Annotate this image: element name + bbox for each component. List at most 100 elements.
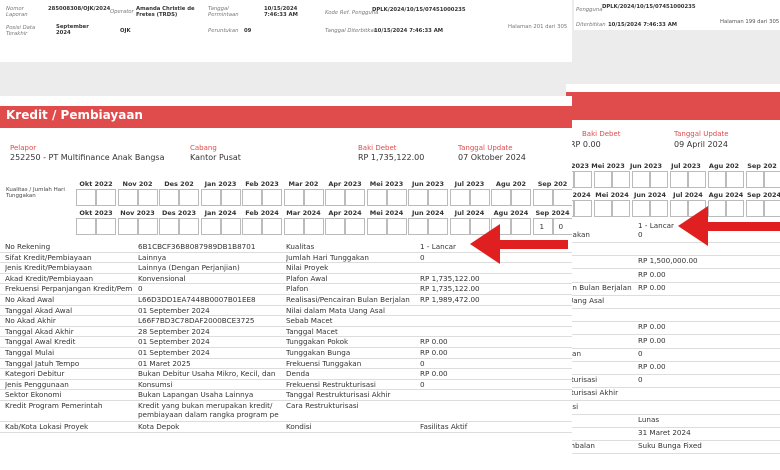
days-box (612, 200, 630, 217)
month-label: Okt 2023 (79, 209, 113, 217)
operator-value: Amanda Christie de Fretes (TRDS) (136, 6, 195, 18)
row-value: RP 0.00 (420, 369, 448, 379)
row-divider (0, 431, 572, 433)
row-value: RP 1,989,472.00 (420, 295, 480, 304)
quality-box (746, 171, 764, 188)
quality-box (632, 200, 650, 217)
quality-box (670, 171, 688, 188)
row-label: Tanggal Mulai (5, 348, 55, 357)
nomor-laporan-label: Nomor Laporan (6, 6, 28, 18)
section-title-bar (566, 92, 780, 120)
days-box (220, 189, 241, 206)
tanggal-update-label: Tanggal Update (674, 130, 729, 138)
row-value: Kredit yang bukan merupakan kredit/ pemb… (138, 401, 279, 419)
days-box (386, 218, 407, 235)
quality-box (159, 189, 179, 206)
days-box (137, 189, 158, 206)
days-box (386, 189, 407, 206)
row-value: 01 September 2024 (138, 305, 210, 315)
quality-box (594, 171, 612, 188)
row-label: Plafon (286, 284, 309, 294)
row-label: Frekuensi Perpanjangan Kredit/Pem (5, 284, 133, 294)
row-label: Cara Restrukturisasi (286, 401, 359, 410)
days-box (262, 218, 282, 235)
days-box (726, 200, 744, 217)
row-label: No Akad Akhir (5, 316, 56, 326)
row-label: Jenis Penggunaan (5, 379, 69, 389)
row-label: Plafon Awal (286, 273, 328, 283)
quality-box (708, 171, 726, 188)
row-value: 0 (420, 358, 425, 368)
row-value: RP 0.00 (638, 322, 666, 332)
quality-box (200, 218, 221, 235)
row-label: Tunggakan Pokok (286, 337, 349, 347)
month-label: Agu 2024 (708, 191, 744, 199)
tanggal-diterbitkan-value: 10/15/2024 7:46:33 AM (374, 28, 444, 34)
month-label: Jul 2024 (454, 209, 485, 217)
row-value: Lainnya (Dengan Perjanjian) (138, 263, 240, 273)
quality-box (532, 189, 553, 206)
month-label: Apr 2024 (328, 209, 362, 217)
days-box (726, 171, 744, 188)
diterbitkan-label: Diterbitkan (576, 22, 606, 28)
credit-page: Kredit / Pembiayaan Pelapor 252250 - PT … (0, 96, 572, 470)
month-label: Jan 2023 (204, 180, 237, 188)
last-days-value: 0 (558, 222, 564, 231)
month-label: Agu 202 (495, 180, 527, 188)
row-value: 0 (420, 379, 425, 389)
month-label: Jul 2023 (454, 180, 485, 188)
month-label: Des 2023 (161, 209, 197, 217)
row-divider (566, 308, 780, 309)
row-value: RP 0.00 (638, 362, 666, 371)
row-value: Lunas (638, 414, 660, 424)
days-box (511, 189, 531, 206)
month-label: Nov 2023 (120, 209, 155, 217)
row-label: Tunggakan Bunga (286, 348, 351, 357)
month-label: Feb 2023 (245, 180, 279, 188)
days-box (428, 189, 448, 206)
days-box (511, 218, 531, 235)
month-label: Sep 2024 (535, 209, 570, 217)
pengguna-label: Pengguna (576, 7, 603, 13)
row-value: 28 September 2024 (138, 326, 210, 336)
row-label: Kondisi (286, 422, 312, 432)
month-label: Sep 202 (747, 162, 777, 170)
row-label: Sebab Macet (286, 316, 333, 326)
row-label: Frekuensi Restrukturisasi (286, 379, 376, 389)
peruntukan-label: Peruntukan (208, 28, 239, 34)
tanggal-permintaan-label: Tanggal Permintaan (208, 6, 239, 18)
days-box (650, 200, 668, 217)
row-label: Jumlah Hari Tunggakan (286, 252, 369, 262)
month-label: Jun 2024 (633, 191, 667, 199)
ojk-value: OJK (120, 28, 131, 34)
month-label: Apr 2023 (328, 180, 362, 188)
quality-box (449, 189, 470, 206)
month-label: Mei 2024 (595, 191, 629, 199)
month-label: Jun 2023 (629, 162, 663, 170)
last-quality-value: 1 (539, 222, 545, 231)
quality-box (708, 200, 726, 217)
row-label: Nilai dalam Mata Uang Asal (286, 305, 385, 315)
section-title: Kredit / Pembiayaan (6, 108, 143, 122)
row-value: Konsumsi (138, 379, 173, 389)
page-number-2: Halaman 199 dari 305 (720, 19, 780, 25)
baki-debet-label: Baki Debet (358, 144, 397, 152)
quality-box (76, 218, 96, 235)
days-box (574, 200, 592, 217)
tanggal-update-value: 07 Oktober 2024 (458, 153, 526, 162)
row-value: 01 Maret 2025 (138, 358, 191, 368)
row-divider (566, 242, 780, 243)
report-header-2: Pengguna DPLK/2024/10/15/07451000235 Dit… (574, 0, 780, 30)
days-box (96, 189, 116, 206)
row-label: Tanggal Awal Kredit (5, 337, 76, 347)
row-label: Kab/Kota Lokasi Proyek (5, 422, 89, 432)
kualitas-value: 1 - Lancar (638, 221, 675, 230)
month-label: Feb 2024 (245, 209, 279, 217)
row-value: 01 September 2024 (138, 348, 210, 357)
quality-box (449, 218, 470, 235)
month-label: Mei 2023 (369, 180, 404, 188)
quality-box (408, 189, 428, 206)
tanggal-update-label: Tanggal Update (458, 144, 513, 152)
row-value: Konvensional (138, 273, 186, 283)
row-value: RP 1,735,122.00 (420, 273, 480, 283)
